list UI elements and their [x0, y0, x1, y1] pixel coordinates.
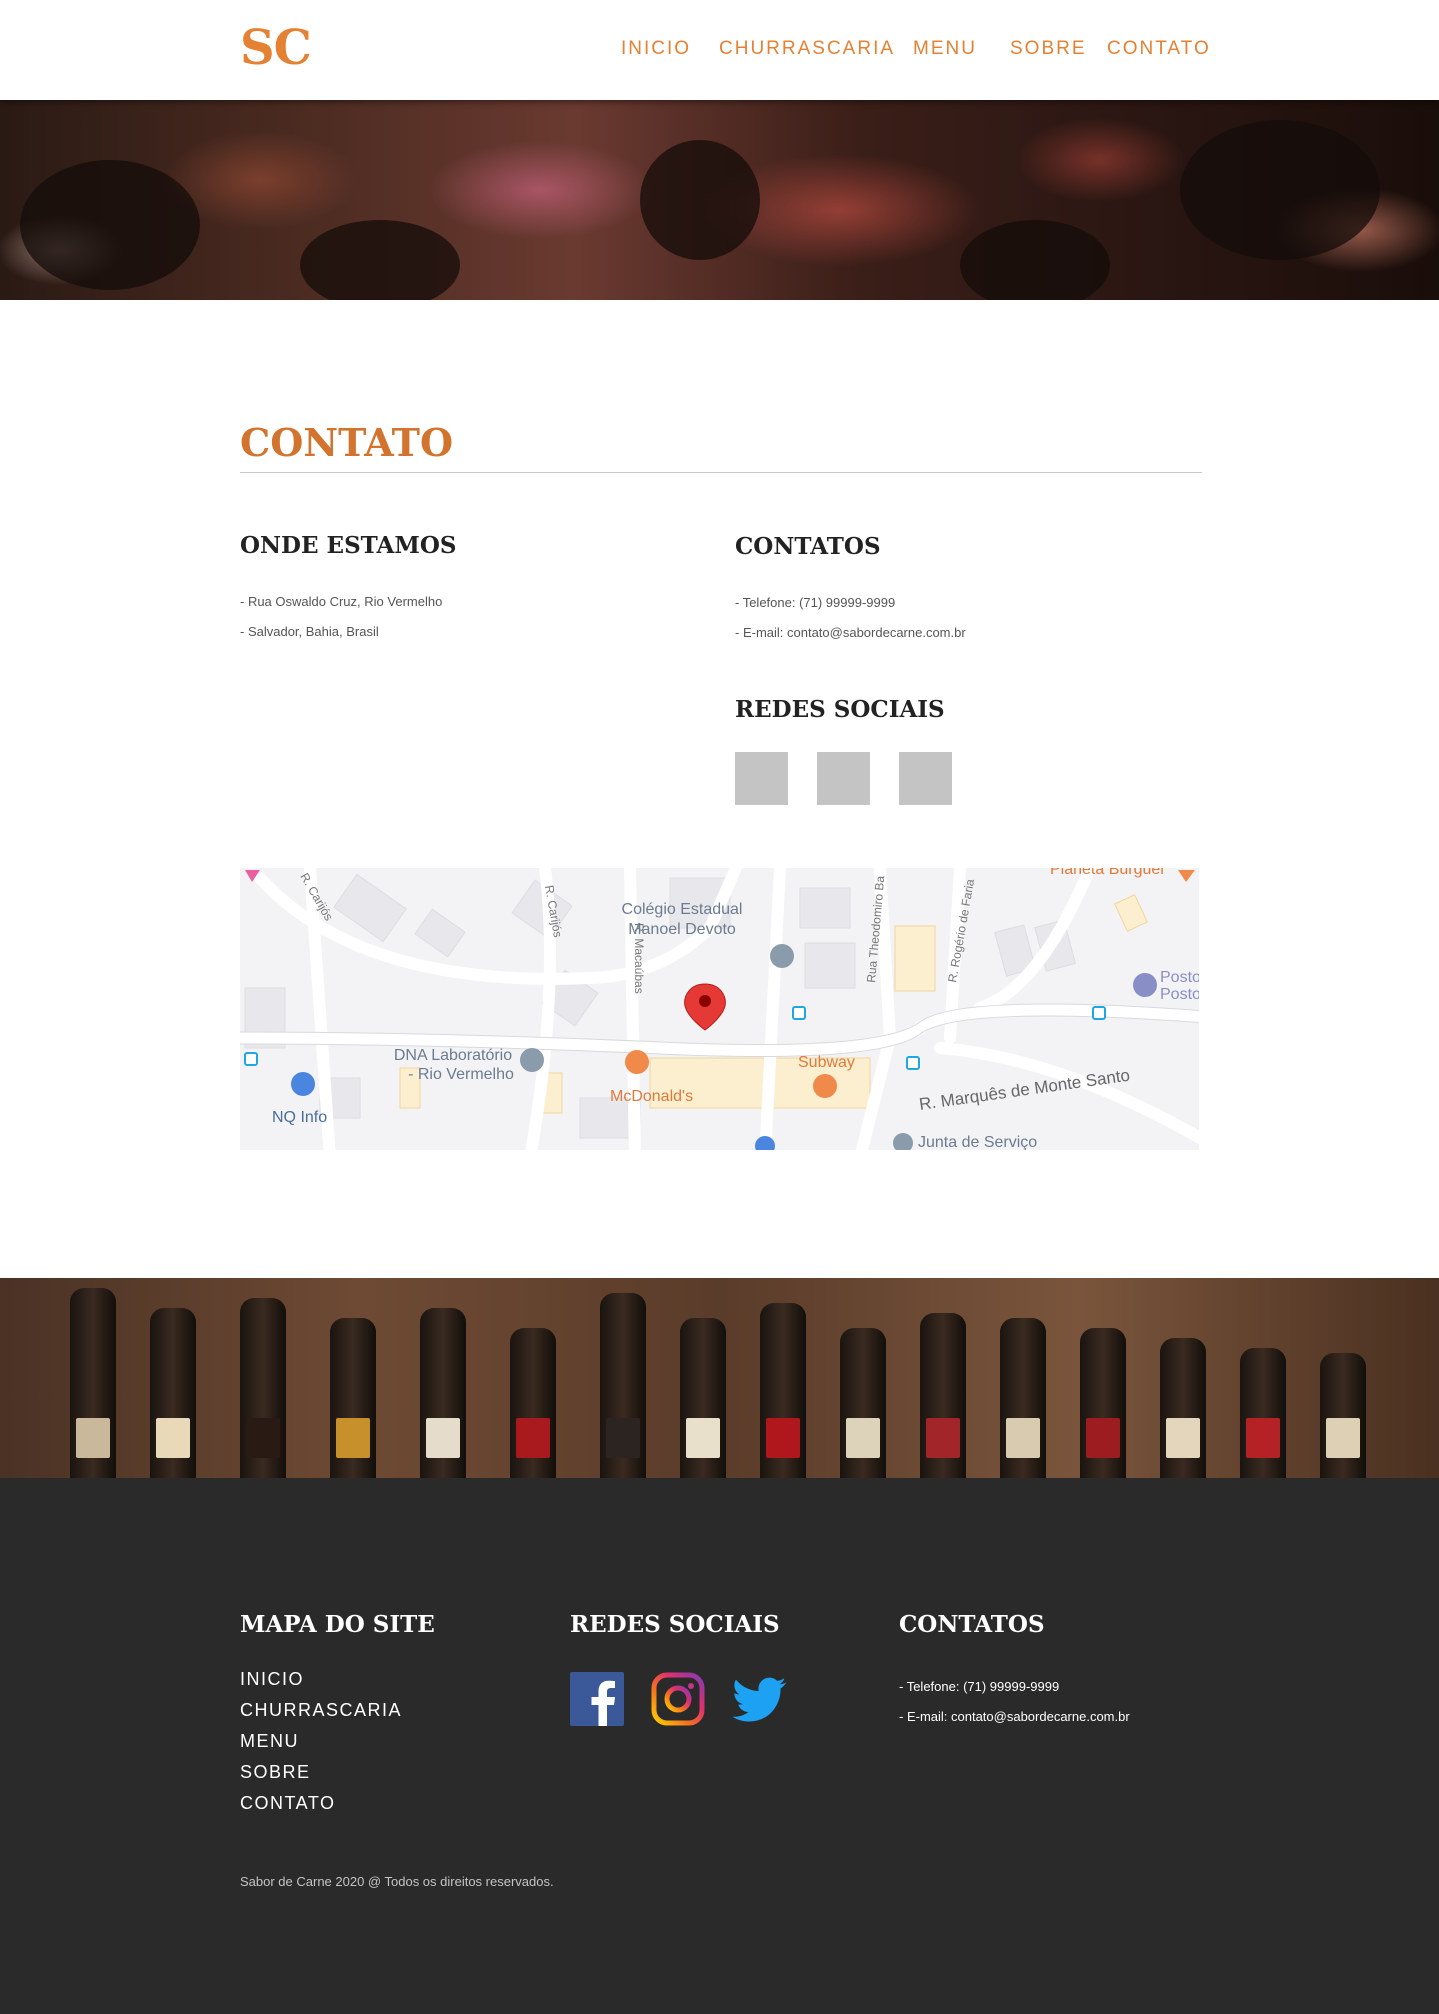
phone-line: - Telefone: (71) 99999-9999	[735, 595, 896, 610]
map-canvas[interactable]: R. Carijós R. Carijós R. Macaúbas Rua Th…	[240, 868, 1199, 1150]
posto-label-1: Posto	[1160, 969, 1199, 986]
contacts-heading: CONTATOS	[735, 533, 881, 560]
school-label-2: Manoel Devoto	[628, 921, 736, 938]
lab-label-2: - Rio Vermelho	[408, 1066, 514, 1083]
street-label: R. Rogério de Faria	[945, 878, 977, 984]
location-map[interactable]: R. Carijós R. Carijós R. Macaúbas Rua Th…	[240, 868, 1199, 1150]
nav-churrascaria[interactable]: CHURRASCARIA	[719, 38, 895, 60]
facebook-icon[interactable]	[570, 1672, 624, 1726]
site-footer	[0, 1478, 1439, 2014]
nav-contato[interactable]: CONTATO	[1107, 38, 1211, 60]
twitter-icon[interactable]	[732, 1672, 787, 1726]
site-header: SC INICIO CHURRASCARIA MENU SOBRE CONTAT…	[0, 0, 1439, 100]
nav-sobre[interactable]: SOBRE	[1010, 38, 1087, 60]
instagram-icon[interactable]	[651, 1672, 705, 1726]
location-heading: ONDE ESTAMOS	[240, 532, 457, 559]
address-line: - Rua Oswaldo Cruz, Rio Vermelho	[240, 594, 443, 609]
copyright-text: Sabor de Carne 2020 @ Todos os direitos …	[240, 1874, 554, 1889]
school-label-1: Colégio Estadual	[622, 901, 743, 918]
planeta-label: Planeta Burguer	[1050, 868, 1166, 878]
footer-link-inicio[interactable]: INICIO	[240, 1669, 304, 1690]
title-divider	[240, 472, 1202, 473]
site-logo[interactable]: SC	[240, 20, 312, 76]
facebook-placeholder-icon[interactable]	[735, 752, 788, 805]
lab-label-1: DNA Laboratório	[394, 1047, 512, 1064]
twitter-placeholder-icon[interactable]	[899, 752, 952, 805]
mcdonalds-label: McDonald's	[610, 1088, 693, 1105]
footer-link-churrascaria[interactable]: CHURRASCARIA	[240, 1700, 402, 1721]
footer-phone: - Telefone: (71) 99999-9999	[899, 1679, 1060, 1694]
footer-social-heading: REDES SOCIAIS	[570, 1611, 780, 1638]
junta-label: Junta de Serviço	[918, 1134, 1037, 1150]
footer-link-sobre[interactable]: SOBRE	[240, 1762, 311, 1783]
wine-bottles-image	[0, 1278, 1439, 1478]
footer-contacts-heading: CONTATOS	[899, 1611, 1045, 1638]
page-title: CONTATO	[240, 420, 454, 465]
location-marker-icon[interactable]	[684, 983, 726, 1031]
footer-email: - E-mail: contato@sabordecarne.com.br	[899, 1709, 1130, 1724]
nq-label: NQ Info	[272, 1109, 327, 1126]
city-line: - Salvador, Bahia, Brasil	[240, 624, 379, 639]
nav-menu[interactable]: MENU	[913, 38, 977, 60]
hero-meat-image	[0, 100, 1439, 300]
email-line: - E-mail: contato@sabordecarne.com.br	[735, 625, 966, 640]
instagram-placeholder-icon[interactable]	[817, 752, 870, 805]
footer-link-menu[interactable]: MENU	[240, 1731, 299, 1752]
social-heading: REDES SOCIAIS	[735, 696, 945, 723]
posto-label-2: Posto	[1160, 986, 1199, 1003]
footer-link-contato[interactable]: CONTATO	[240, 1793, 336, 1814]
nav-inicio[interactable]: INICIO	[621, 38, 691, 60]
subway-label: Subway	[798, 1054, 855, 1071]
footer-sitemap-heading: MAPA DO SITE	[240, 1611, 435, 1638]
